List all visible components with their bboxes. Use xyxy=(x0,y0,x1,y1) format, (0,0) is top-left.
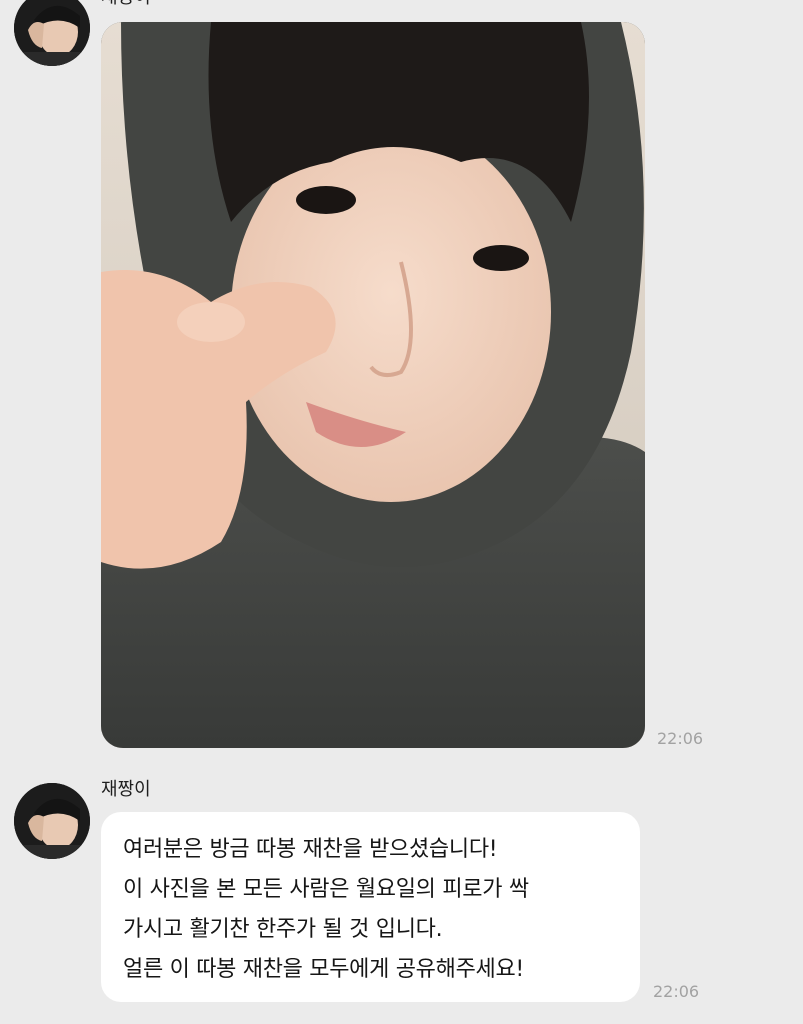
sender-name: 재짱이 xyxy=(101,0,151,9)
message-timestamp: 22:06 xyxy=(657,729,704,748)
message-line: 여러분은 방금 따봉 재찬을 받으셨습니다! xyxy=(123,837,498,862)
message-line: 얼른 이 따봉 재찬을 모두에게 공유해주세요! xyxy=(123,957,524,982)
profile-avatar-icon xyxy=(14,0,90,66)
message-timestamp: 22:06 xyxy=(653,982,700,1001)
profile-avatar-icon xyxy=(14,783,90,859)
message-line: 가시고 활기찬 한주가 될 것 입니다. xyxy=(123,917,443,942)
sender-name: 재짱이 xyxy=(101,779,151,800)
sender-avatar[interactable] xyxy=(14,0,90,66)
sender-avatar[interactable] xyxy=(14,783,90,859)
message-line: 이 사진을 본 모든 사람은 월요일의 피로가 싹 xyxy=(123,877,529,902)
photo-message[interactable] xyxy=(101,22,645,748)
selfie-photo xyxy=(101,22,645,748)
text-message-bubble[interactable]: 여러분은 방금 따봉 재찬을 받으셨습니다! 이 사진을 본 모든 사람은 월요… xyxy=(101,812,640,1002)
